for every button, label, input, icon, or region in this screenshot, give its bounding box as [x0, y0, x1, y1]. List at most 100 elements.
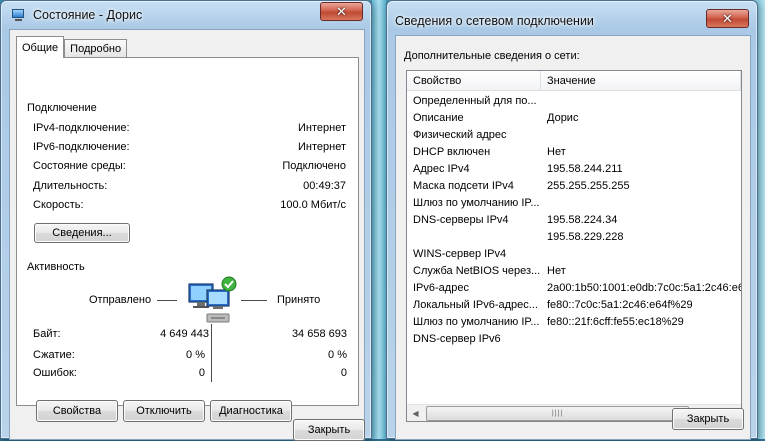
value-cell: Дорис	[547, 112, 579, 124]
connection-row: Состояние среды: Подключено	[33, 160, 346, 174]
list-item[interactable]: Локальный IPv6-адрес... fe80::7c0c:5a1:2c…	[413, 299, 741, 315]
tab-details[interactable]: Подробно	[64, 39, 128, 58]
value-cell: 255.255.255.255	[547, 180, 630, 192]
scrollbar-thumb[interactable]: ||||	[426, 405, 689, 421]
list-item[interactable]: DNS-серверы IPv4 195.58.224.34	[413, 214, 741, 230]
list-item[interactable]: Физический адрес	[413, 129, 741, 145]
list-item[interactable]: Адрес IPv4 195.58.244.211	[413, 163, 741, 179]
tab-general[interactable]: Общие	[16, 36, 65, 58]
details-button[interactable]: Сведения...	[34, 223, 130, 243]
property-cell: Описание	[413, 112, 464, 124]
value-cell: 195.58.244.211	[547, 163, 623, 175]
property-cell: Определенный для по...	[413, 95, 537, 107]
list-item[interactable]: WINS-сервер IPv4	[413, 248, 741, 264]
connection-row-label: IPv4-подключение:	[33, 122, 130, 134]
connection-row: Длительность: 00:49:37	[33, 180, 346, 194]
status-close-button[interactable]: Закрыть	[293, 419, 365, 441]
list-item[interactable]: Определенный для по...	[413, 95, 741, 111]
list-item[interactable]: 195.58.229.228	[413, 231, 741, 247]
connection-row-label: Скорость:	[33, 199, 84, 211]
divider	[100, 107, 348, 109]
property-cell: Шлюз по умолчанию IP...	[413, 316, 540, 328]
status-window-titlebar[interactable]: Состояние - Дорис ✕	[1, 1, 371, 29]
property-cell: Шлюз по умолчанию IP...	[413, 197, 540, 209]
bytes-sent-value: 4 649 443	[160, 328, 209, 340]
received-label: Принято	[277, 294, 321, 306]
activity-header-label: Активность	[27, 261, 85, 273]
sent-connector-line	[157, 300, 177, 301]
divider	[88, 266, 348, 268]
list-item[interactable]: Служба NetBIOS через... Нет	[413, 265, 741, 281]
status-window: Состояние - Дорис ✕ Общие Подробно Подкл…	[0, 0, 372, 441]
status-window-close-button[interactable]: ✕	[320, 2, 363, 21]
details-close-button[interactable]: Закрыть	[672, 408, 744, 430]
list-item[interactable]: DHCP включен Нет	[413, 146, 741, 162]
list-item[interactable]: Описание Дорис	[413, 112, 741, 128]
property-cell: Служба NetBIOS через...	[413, 265, 541, 277]
activity-group-header: Активность	[27, 260, 348, 274]
disable-button[interactable]: Отключить	[123, 400, 205, 422]
sent-label: Отправлено	[89, 294, 152, 306]
value-cell: 195.58.224.34	[547, 214, 618, 226]
properties-button[interactable]: Свойства	[36, 400, 118, 422]
connection-group-header: Подключение	[27, 101, 348, 115]
activity-row-label: Байт:	[33, 328, 61, 340]
network-connected-icon	[188, 276, 237, 323]
connection-row-label: Состояние среды:	[33, 160, 126, 172]
connection-header-label: Подключение	[27, 102, 97, 114]
list-item[interactable]: IPv6-адрес 2a00:1b50:1001:e0db:7c0c:5a1:2…	[413, 282, 742, 298]
errors-received-value: 0	[340, 367, 347, 379]
network-details-close-icon[interactable]: ✕	[706, 9, 749, 28]
value-cell	[547, 129, 741, 145]
property-cell	[413, 231, 547, 247]
diagnose-button[interactable]: Диагностика	[210, 400, 292, 422]
property-cell: DHCP включен	[413, 146, 491, 158]
status-window-title: Состояние - Дорис	[33, 8, 143, 22]
list-item[interactable]: Шлюз по умолчанию IP...	[413, 197, 741, 213]
network-details-client: Дополнительные сведения о сети: Свойство…	[395, 35, 751, 440]
value-cell: fe80::7c0c:5a1:2c46:e64f%29	[547, 299, 693, 311]
network-details-titlebar[interactable]: Сведения о сетевом подключении ✕	[387, 1, 757, 29]
value-cell: 2a00:1b50:1001:e0db:7c0c:5a1:2c46:e6	[547, 282, 742, 294]
list-item[interactable]: DNS-сервер IPv6	[413, 333, 741, 349]
network-monitor-icon	[11, 8, 27, 22]
activity-row-label: Сжатие:	[33, 349, 75, 361]
list-item[interactable]: Маска подсети IPv4 255.255.255.255	[413, 180, 741, 196]
value-cell: Нет	[547, 146, 566, 158]
value-cell: Нет	[547, 265, 566, 277]
value-cell	[547, 333, 741, 349]
activity-row: Ошибок:	[33, 367, 133, 381]
connection-row-label: IPv6-подключение:	[33, 141, 130, 153]
network-details-title: Сведения о сетевом подключении	[395, 14, 594, 28]
list-header: Свойство Значение	[407, 71, 741, 91]
property-cell: Физический адрес	[413, 129, 507, 141]
list-item[interactable]: Шлюз по умолчанию IP... fe80::21f:6cff:fe…	[413, 316, 741, 332]
value-cell	[547, 95, 741, 111]
value-cell: 195.58.229.228	[547, 231, 624, 243]
column-header-property[interactable]: Свойство	[407, 71, 541, 91]
property-cell: Локальный IPv6-адрес...	[413, 299, 538, 311]
errors-sent-value: 0	[198, 367, 205, 379]
connection-row-value: 100.0 Мбит/с	[280, 199, 346, 211]
compression-sent-value: 0 %	[186, 349, 205, 361]
network-details-window: Сведения о сетевом подключении ✕ Дополни…	[386, 0, 758, 440]
property-cell: WINS-сервер IPv4	[413, 248, 507, 260]
column-header-value[interactable]: Значение	[541, 71, 741, 91]
property-cell: Маска подсети IPv4	[413, 180, 514, 192]
additional-info-label: Дополнительные сведения о сети:	[404, 50, 580, 62]
value-cell: fe80::21f:6cff:fe55:ec18%29	[547, 316, 684, 328]
scroll-left-icon[interactable]: ◀	[407, 405, 424, 422]
tab-strip: Общие Подробно	[16, 36, 128, 58]
connection-row-value: 00:49:37	[303, 180, 346, 192]
network-details-list[interactable]: Свойство Значение Определенный для по...…	[406, 70, 742, 422]
property-cell: DNS-сервер IPv6	[413, 333, 501, 345]
property-cell: Адрес IPv4	[413, 163, 470, 175]
general-tab-panel: Подключение IPv4-подключение: Интернет I…	[16, 57, 359, 422]
connection-row-value: Интернет	[298, 122, 346, 134]
compression-received-value: 0 %	[328, 349, 347, 361]
connection-row: IPv4-подключение: Интернет	[33, 122, 346, 136]
property-cell: DNS-серверы IPv4	[413, 214, 509, 226]
connection-row-value: Подключено	[282, 160, 346, 172]
connection-row: IPv6-подключение: Интернет	[33, 141, 346, 155]
value-cell	[547, 248, 741, 264]
